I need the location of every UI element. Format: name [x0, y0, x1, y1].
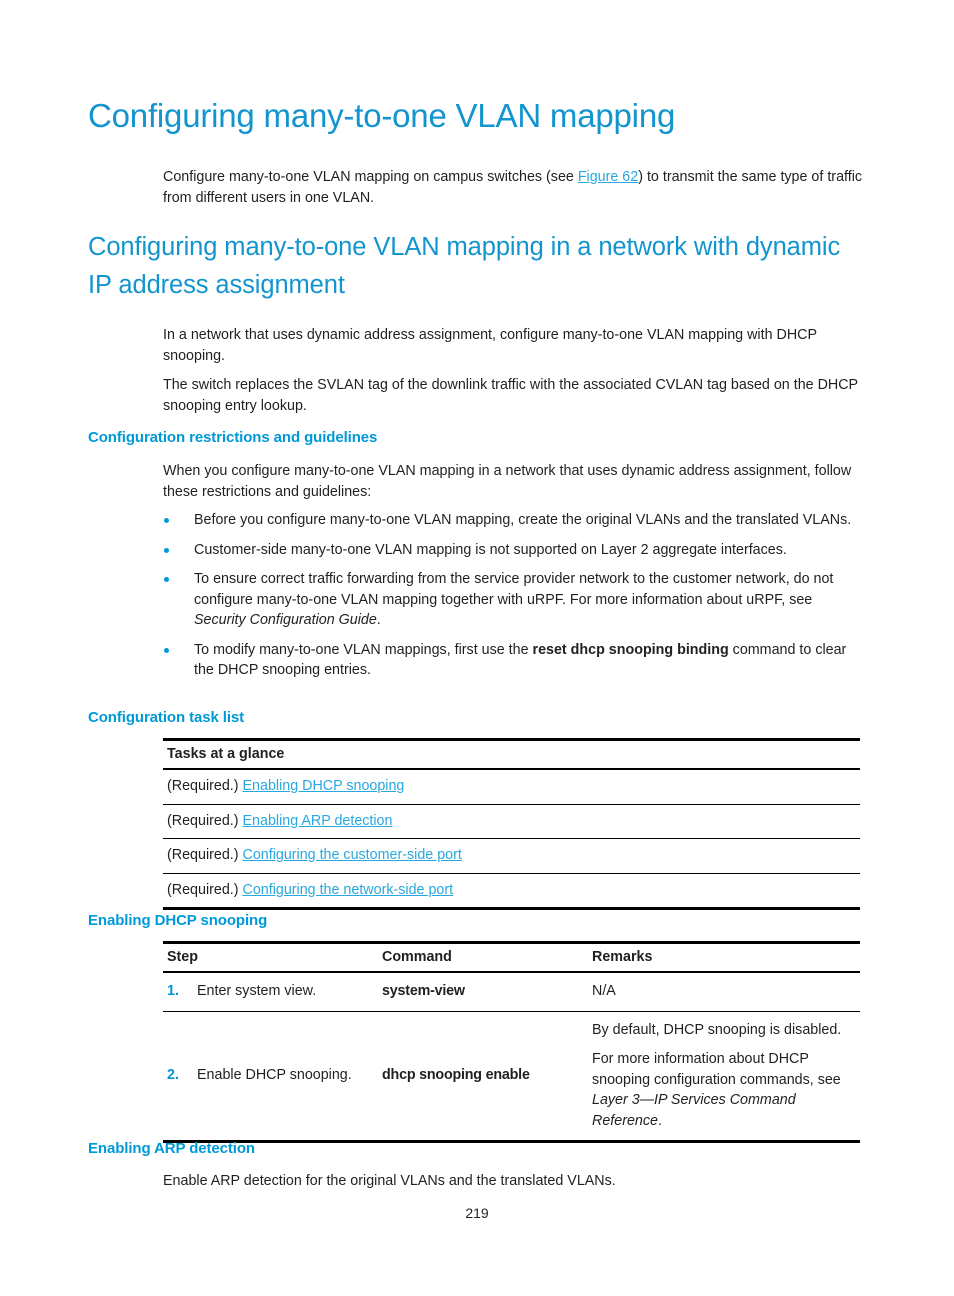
task-link-enabling-arp-detection[interactable]: Enabling ARP detection — [243, 813, 393, 829]
task-link-enabling-dhcp-snooping[interactable]: Enabling DHCP snooping — [243, 778, 405, 794]
bullet-text-pre: To modify many-to-one VLAN mappings, fir… — [194, 641, 533, 658]
paragraph-dynamic-2: The switch replaces the SVLAN tag of the… — [163, 377, 858, 414]
dhcp-snooping-steps-table: Step Command Remarks 1. Enter system view… — [163, 941, 860, 1143]
task-cell: (Required.) Configuring the customer-sid… — [163, 838, 860, 874]
column-header-command: Command — [378, 941, 588, 973]
heading-enabling-dhcp-snooping: Enabling DHCP snooping — [88, 912, 268, 929]
task-required-prefix: (Required.) — [167, 812, 243, 829]
step-description: Enable DHCP snooping. — [197, 1067, 352, 1083]
task-cell: (Required.) Configuring the network-side… — [163, 873, 860, 910]
list-item: To modify many-to-one VLAN mappings, fir… — [163, 640, 863, 681]
task-required-prefix: (Required.) — [167, 881, 243, 898]
step-number: 2. — [167, 1067, 179, 1083]
table-body: (Required.) Enabling DHCP snooping (Requ… — [163, 769, 860, 910]
task-required-prefix: (Required.) — [167, 847, 243, 863]
column-header-remarks: Remarks — [588, 941, 860, 973]
command-cell: system-view — [378, 972, 588, 1012]
figure-62-link[interactable]: Figure 62 — [578, 169, 638, 185]
page-number: 219 — [465, 1205, 489, 1221]
task-cell: (Required.) Enabling ARP detection — [163, 804, 860, 839]
bullet-text-pre: To ensure correct traffic forwarding fro… — [194, 571, 834, 608]
column-header-step: Step — [163, 941, 378, 973]
remarks-line-reference: For more information about DHCP snooping… — [592, 1049, 856, 1131]
tasks-at-a-glance-table: Tasks at a glance (Required.) Enabling D… — [163, 738, 860, 910]
table-header-row: Tasks at a glance — [163, 738, 860, 770]
remarks-line-default: By default, DHCP snooping is disabled. — [592, 1021, 842, 1038]
remarks-text-pre: For more information about DHCP snooping… — [592, 1051, 841, 1088]
list-item: Before you configure many-to-one VLAN ma… — [163, 510, 863, 531]
bullet-text-post: . — [376, 612, 381, 628]
task-cell: (Required.) Enabling DHCP snooping — [163, 769, 860, 805]
table-row: (Required.) Enabling DHCP snooping — [163, 769, 860, 805]
bullet-text: Before you configure many-to-one VLAN ma… — [194, 512, 852, 528]
command-cell: dhcp snooping enable — [378, 1011, 588, 1143]
table-row: (Required.) Configuring the network-side… — [163, 873, 860, 910]
page-title: Configuring many-to-one VLAN mapping — [88, 97, 676, 134]
bullet-text: Customer-side many-to-one VLAN mapping i… — [194, 541, 787, 558]
table-row: (Required.) Enabling ARP detection — [163, 804, 860, 839]
table-body: 1. Enter system view. system-view N/A 2. E… — [163, 972, 860, 1143]
remarks-line: N/A — [592, 983, 616, 999]
restrictions-intro: When you configure many-to-one VLAN mapp… — [163, 463, 852, 500]
list-item: To ensure correct traffic forwarding fro… — [163, 569, 863, 631]
paragraph-dynamic-1: In a network that uses dynamic address a… — [163, 327, 817, 364]
section-heading-dynamic-ip: Configuring many-to-one VLAN mapping in … — [88, 233, 841, 299]
task-link-configuring-network-side-port[interactable]: Configuring the network-side port — [243, 882, 454, 898]
table-head: Tasks at a glance — [163, 738, 860, 770]
task-link-configuring-customer-side-port[interactable]: Configuring the customer-side port — [243, 847, 462, 863]
remarks-cell: N/A — [588, 972, 860, 1012]
heading-enabling-arp-detection: Enabling ARP detection — [88, 1140, 255, 1157]
table-row: 2. Enable DHCP snooping. dhcp snooping en… — [163, 1011, 860, 1143]
step-number: 1. — [167, 983, 179, 999]
step-cell: 2. Enable DHCP snooping. — [163, 1011, 378, 1143]
step-cell: 1. Enter system view. — [163, 972, 378, 1012]
bullet-text-bold-command: reset dhcp snooping binding — [532, 641, 729, 658]
step-description: Enter system view. — [197, 983, 317, 999]
arp-detection-paragraph: Enable ARP detection for the original VL… — [163, 1173, 616, 1189]
remarks-text-italic-guide: Layer 3—IP Services Command Reference — [592, 1092, 796, 1129]
table-header-row: Step Command Remarks — [163, 941, 860, 973]
remarks-cell: By default, DHCP snooping is disabled. F… — [588, 1011, 860, 1143]
restrictions-bullet-list: Before you configure many-to-one VLAN ma… — [163, 510, 863, 690]
remarks-text-post: . — [657, 1112, 662, 1129]
document-page: Configuring many-to-one VLAN mapping Con… — [0, 0, 954, 1296]
table-row: (Required.) Configuring the customer-sid… — [163, 838, 860, 874]
column-header-tasks-at-a-glance: Tasks at a glance — [163, 738, 860, 770]
intro-paragraph: Configure many-to-one VLAN mapping on ca… — [163, 167, 863, 208]
heading-configuration-restrictions: Configuration restrictions and guideline… — [88, 429, 378, 446]
list-item: Customer-side many-to-one VLAN mapping i… — [163, 540, 863, 561]
task-required-prefix: (Required.) — [167, 778, 243, 794]
intro-text-before: Configure many-to-one VLAN mapping on ca… — [163, 169, 578, 185]
heading-configuration-task-list: Configuration task list — [88, 709, 245, 726]
bullet-text-italic: Security Configuration Guide — [194, 612, 377, 628]
table-head: Step Command Remarks — [163, 941, 860, 973]
table-row: 1. Enter system view. system-view N/A — [163, 972, 860, 1012]
